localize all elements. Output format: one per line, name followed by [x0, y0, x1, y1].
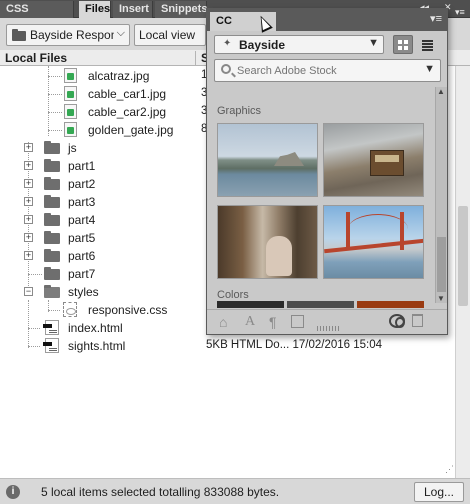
- resize-grip-icon[interactable]: ⋰: [445, 464, 454, 475]
- panel-menu-icon[interactable]: ▾≡: [455, 7, 465, 18]
- folder-icon: [44, 231, 60, 244]
- view-select[interactable]: Local view: [134, 24, 206, 46]
- library-select-value: Bayside: [239, 38, 286, 52]
- graphics-section-label: Graphics: [217, 105, 262, 117]
- folder-icon: [44, 249, 60, 262]
- chevron-down-icon: ⌵: [116, 27, 125, 39]
- expand-icon[interactable]: +: [24, 179, 33, 188]
- add-color-icon[interactable]: [291, 315, 304, 328]
- status-message: 5 local items selected totalling 833088 …: [41, 485, 280, 499]
- color-swatch[interactable]: [217, 301, 284, 308]
- search-icon: [221, 64, 231, 74]
- file-name: cable_car1.jpg: [88, 87, 167, 101]
- expand-icon[interactable]: +: [24, 251, 33, 260]
- scrollbar-thumb[interactable]: [458, 206, 468, 306]
- color-swatch[interactable]: [287, 301, 354, 308]
- folder-icon: [44, 177, 60, 190]
- trash-icon[interactable]: [412, 314, 423, 327]
- file-name: golden_gate.jpg: [88, 123, 174, 137]
- collapse-tree-icon[interactable]: −: [24, 287, 33, 296]
- file-name: part7: [68, 267, 96, 281]
- folder-open-icon: [44, 285, 60, 298]
- expand-icon[interactable]: +: [24, 143, 33, 152]
- expand-icon[interactable]: +: [24, 215, 33, 224]
- file-name: part2: [68, 177, 96, 191]
- site-select[interactable]: Bayside Respons ⌵: [6, 24, 130, 46]
- image-file-icon: [64, 104, 77, 119]
- file-name: part4: [68, 213, 96, 227]
- file-name: sights.html: [68, 339, 126, 353]
- folder-icon: [44, 141, 60, 154]
- folder-icon: [44, 267, 60, 280]
- cc-libraries-body: ✦ Bayside ▼ ▼ Graphics Colors: [207, 31, 447, 334]
- site-select-value: Bayside Respons: [30, 28, 114, 42]
- file-list-scrollbar[interactable]: [455, 66, 470, 478]
- expand-icon[interactable]: +: [24, 197, 33, 206]
- graphic-cable-car-street[interactable]: [323, 123, 424, 197]
- file-name: cable_car2.jpg: [88, 105, 167, 119]
- image-file-icon: [64, 122, 77, 137]
- folder-icon: [44, 195, 60, 208]
- file-name: part5: [68, 231, 96, 245]
- scroll-up-icon[interactable]: ▲: [437, 87, 445, 96]
- add-paragraph-style-icon[interactable]: ¶: [269, 314, 277, 330]
- expand-icon[interactable]: +: [24, 161, 33, 170]
- expand-icon[interactable]: +: [24, 233, 33, 242]
- search-input[interactable]: [237, 62, 413, 79]
- image-file-icon: [64, 68, 77, 83]
- file-name: part1: [68, 159, 96, 173]
- tab-css-designer[interactable]: CSS Designer: [0, 1, 74, 31]
- tab-files[interactable]: Files: [79, 1, 111, 18]
- tab-snippets[interactable]: Snippets: [155, 1, 207, 18]
- stock-search: ▼: [214, 59, 441, 82]
- cc-libraries-header[interactable]: CC Libraries ▾≡: [207, 9, 447, 45]
- graphic-golden-gate[interactable]: [323, 205, 424, 279]
- library-select[interactable]: ✦ Bayside ▼: [214, 35, 384, 54]
- status-bar: i 5 local items selected totalling 83308…: [0, 478, 470, 504]
- add-graphic-icon[interactable]: ⌂: [219, 314, 227, 330]
- cc-libraries-panel: CC Libraries ▾≡ ✦ Bayside ▼ ▼ Graphics: [206, 8, 448, 335]
- graphic-cable-car-interior[interactable]: [217, 205, 318, 279]
- column-divider[interactable]: [195, 51, 196, 65]
- file-name: index.html: [68, 321, 123, 335]
- file-name: alcatraz.jpg: [88, 69, 150, 83]
- color-swatch[interactable]: [357, 301, 424, 308]
- scrollbar-thumb[interactable]: [437, 237, 446, 292]
- graphic-alcatraz[interactable]: [217, 123, 318, 197]
- html-file-icon: [43, 338, 59, 353]
- file-name: js: [68, 141, 77, 155]
- log-button[interactable]: Log...: [414, 482, 464, 502]
- panel-menu-icon[interactable]: ▾≡: [430, 12, 442, 25]
- cc-libraries-scrollbar[interactable]: ▲ ▼: [435, 87, 447, 303]
- chevron-down-icon[interactable]: ▼: [424, 63, 435, 75]
- file-name: responsive.css: [88, 303, 168, 317]
- add-character-style-icon[interactable]: A: [245, 314, 255, 330]
- file-name: part6: [68, 249, 96, 263]
- library-icon: ✦: [223, 38, 232, 49]
- folder-icon: [44, 159, 60, 172]
- list-item[interactable]: sights.html 5KB HTML Do... 17/02/2016 15…: [0, 337, 470, 355]
- image-file-icon: [64, 86, 77, 101]
- panel-resize-grip[interactable]: [317, 326, 339, 331]
- css-file-icon: [63, 302, 77, 317]
- file-name: styles: [68, 285, 99, 299]
- file-details: 5KB HTML Do... 17/02/2016 15:04: [206, 339, 383, 351]
- scroll-down-icon[interactable]: ▼: [437, 294, 445, 303]
- html-file-icon: [43, 320, 59, 335]
- grid-view-button[interactable]: [393, 35, 413, 54]
- colors-section-label: Colors: [217, 289, 249, 301]
- file-name: part3: [68, 195, 96, 209]
- list-view-button[interactable]: [418, 35, 438, 54]
- info-icon: i: [6, 485, 20, 499]
- creative-cloud-icon[interactable]: [389, 314, 405, 328]
- folder-icon: [12, 29, 26, 41]
- cc-libraries-footer: ⌂ A ¶: [207, 309, 447, 334]
- chevron-down-icon: ▼: [368, 37, 379, 49]
- column-local-files[interactable]: Local Files: [5, 51, 67, 65]
- folder-icon: [44, 213, 60, 226]
- tab-insert[interactable]: Insert: [113, 1, 153, 18]
